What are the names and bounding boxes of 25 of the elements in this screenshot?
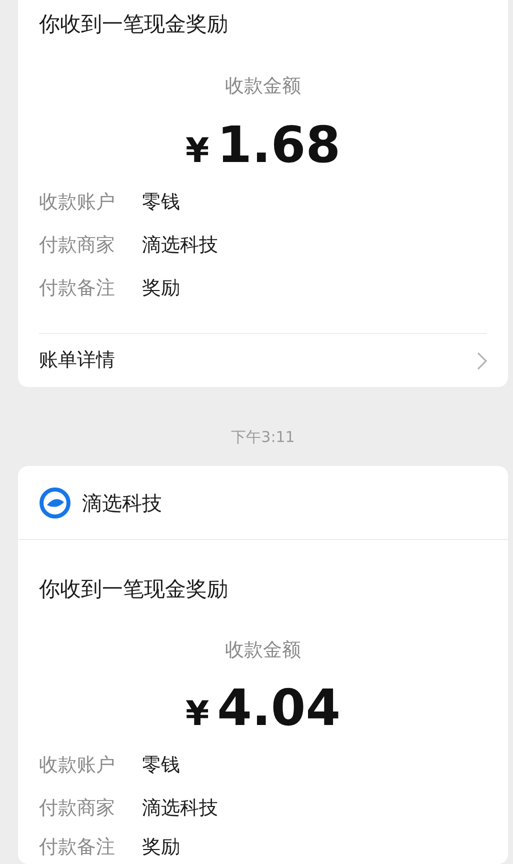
detail-label: 付款商家 xyxy=(39,796,116,821)
amount: 1.68 xyxy=(217,115,341,175)
message-title: 你收到一笔现金奖励 xyxy=(39,576,229,603)
detail-value: 奖励 xyxy=(142,276,180,301)
detail-label: 收款账户 xyxy=(39,190,116,215)
detail-value: 滴选科技 xyxy=(142,796,218,821)
currency-symbol: ¥ xyxy=(185,693,210,736)
detail-label: 收款账户 xyxy=(39,753,116,778)
detail-label: 付款商家 xyxy=(39,233,116,258)
message-title: 你收到一笔现金奖励 xyxy=(39,11,229,38)
detail-label: 付款备注 xyxy=(39,835,116,860)
bill-details-link[interactable]: 账单详情 xyxy=(39,334,487,387)
detail-value: 零钱 xyxy=(142,190,180,215)
chevron-right-icon xyxy=(477,352,487,370)
timestamp: 下午3:11 xyxy=(230,427,296,447)
detail-value: 奖励 xyxy=(142,835,180,860)
merchant-name: 滴选科技 xyxy=(82,490,162,516)
detail-value: 滴选科技 xyxy=(142,233,218,258)
detail-label: 付款备注 xyxy=(39,276,116,301)
amount-label: 收款金额 xyxy=(224,74,302,99)
currency-symbol: ¥ xyxy=(185,130,210,173)
amount: 4.04 xyxy=(217,678,341,738)
amount-label: 收款金额 xyxy=(224,638,302,663)
detail-value: 零钱 xyxy=(142,753,180,778)
merchant-logo-icon xyxy=(39,486,71,518)
